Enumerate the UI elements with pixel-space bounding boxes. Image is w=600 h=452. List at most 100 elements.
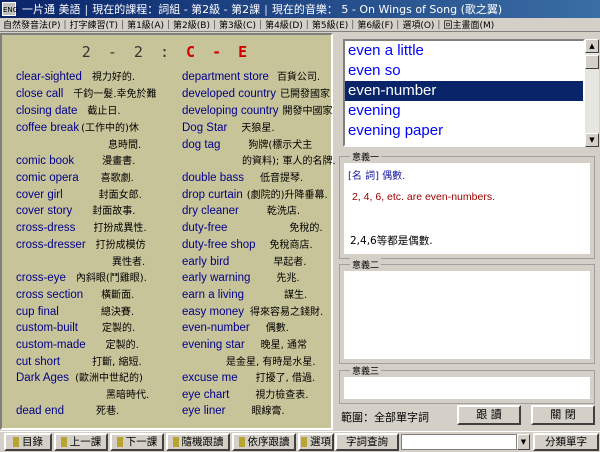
vocab-continuation: 的資料); 軍人的名牌. bbox=[242, 156, 336, 167]
vocab-entry[interactable]: cross-dress 打扮成異性. bbox=[16, 219, 147, 235]
vocab-entry[interactable]: Dark Ages (歐洲中世紀的) bbox=[16, 369, 143, 385]
vocab-entry[interactable]: earn a living 謀生. bbox=[182, 286, 307, 302]
app-title: 一片通 美語 bbox=[22, 3, 81, 16]
square-icon bbox=[60, 437, 67, 447]
vocab-entry[interactable]: early bird 早起者. bbox=[182, 253, 307, 269]
vocab-entry[interactable]: Dog Star 天狼星. bbox=[182, 119, 275, 135]
app-icon[interactable]: ENG bbox=[2, 2, 18, 16]
vocab-entry[interactable]: even-number 偶數. bbox=[182, 319, 289, 335]
vocab-entry[interactable]: cross section 橫斷面. bbox=[16, 286, 134, 302]
vocab-entry[interactable]: developing country 開發中國家 bbox=[182, 102, 333, 118]
follow-read-button[interactable]: 跟 讀 bbox=[457, 405, 521, 425]
meaning-two-content bbox=[344, 271, 590, 359]
scroll-up-icon[interactable]: ▲ bbox=[585, 39, 599, 53]
menu-level-2[interactable]: 第2級(B) bbox=[170, 18, 213, 31]
menu-home[interactable]: 回主畫面(M) bbox=[440, 18, 497, 31]
classify-words-button[interactable]: 分類單字 bbox=[533, 433, 599, 451]
contents-button[interactable]: 目錄 bbox=[4, 433, 52, 451]
vocab-entry[interactable]: easy money 得來容易之錢財. bbox=[182, 303, 323, 319]
meaning-one-content: [名 詞] 偶數. 2, 4, 6, etc. are even-numbers… bbox=[344, 163, 590, 254]
sequential-follow-button[interactable]: 依序跟讀 bbox=[232, 433, 296, 451]
lesson-range: C - E bbox=[186, 43, 252, 61]
part-of-speech: [名 詞] 偶數. bbox=[348, 171, 406, 182]
vocab-entry[interactable]: cut short 打斷, 縮短. bbox=[16, 353, 142, 369]
vocab-entry[interactable]: cross-eye 內斜眼(鬥雞眼). bbox=[16, 269, 147, 285]
word-list-item[interactable]: even so bbox=[345, 61, 583, 81]
prev-lesson-button[interactable]: 上一課 bbox=[54, 433, 108, 451]
vocab-entry[interactable]: closing date 截止日. bbox=[16, 102, 121, 118]
vocab-entry[interactable]: cup final 總決賽. bbox=[16, 303, 134, 319]
vocabulary-panel: 2 - 2 : C - E clear-sighted 視力好的. close c… bbox=[0, 33, 336, 430]
meaning-one-group: 意義一 [名 詞] 偶數. 2, 4, 6, etc. are even-num… bbox=[339, 150, 595, 259]
word-list-scrollbar[interactable]: ▲ ▼ bbox=[585, 39, 599, 147]
word-list-item[interactable]: evening bbox=[345, 101, 583, 121]
vocab-entry[interactable]: comic opera 喜歌劇. bbox=[16, 169, 134, 185]
options-button[interactable]: 選項 bbox=[298, 433, 334, 451]
word-query-input[interactable] bbox=[401, 434, 517, 450]
vocab-continuation: 息時間. bbox=[108, 140, 142, 151]
square-icon bbox=[301, 437, 307, 447]
vocab-entry[interactable]: cover girl 封面女郎. bbox=[16, 186, 142, 202]
menu-level-5[interactable]: 第5級(E) bbox=[309, 18, 351, 31]
vocab-entry[interactable]: eye chart 視力檢查表. bbox=[182, 386, 309, 402]
current-course: 現在的課程：詞組 - 第2級 - 第2課 bbox=[92, 3, 261, 16]
vocab-entry[interactable]: dead end 死巷. bbox=[16, 402, 119, 418]
close-button[interactable]: 關 閉 bbox=[531, 405, 595, 425]
vocab-entry[interactable]: coffee break (工作中的)休 bbox=[16, 119, 139, 135]
scroll-down-icon[interactable]: ▼ bbox=[585, 133, 599, 147]
lesson-title: 2 - 2 : C - E bbox=[2, 43, 331, 61]
menu-bar: 自然發音法(P) | 打字練習(T) | 第1級(A) | 第2級(B) | 第3級(C… bbox=[0, 18, 600, 32]
vocab-entry[interactable]: clear-sighted 視力好的. bbox=[16, 68, 135, 84]
vocab-entry[interactable]: developed country 已開發國家 bbox=[182, 85, 330, 101]
chevron-down-icon[interactable]: ▼ bbox=[517, 434, 530, 450]
square-icon bbox=[13, 437, 19, 447]
vocab-entry[interactable]: evening star 晚星, 通常 bbox=[182, 336, 307, 352]
detail-panel: even a little even so even-number evenin… bbox=[335, 33, 600, 430]
word-list-item[interactable]: evening paper bbox=[345, 121, 583, 141]
scroll-thumb[interactable] bbox=[585, 55, 599, 69]
menu-level-1[interactable]: 第1級(A) bbox=[124, 18, 167, 31]
vocab-entry[interactable]: custom-built 定製的. bbox=[16, 319, 135, 335]
meaning-two-label: 意義二 bbox=[350, 258, 382, 271]
vocab-entry[interactable]: eye liner 眼線膏. bbox=[182, 402, 285, 418]
word-listbox[interactable]: even a little even so even-number evenin… bbox=[343, 39, 585, 147]
vocab-entry[interactable]: cover story 封面故事. bbox=[16, 202, 135, 218]
vocab-entry[interactable]: drop curtain (劇院的)升降垂幕. bbox=[182, 186, 328, 202]
example-chinese: 2,4,6等都是偶數. bbox=[350, 235, 433, 247]
word-list-item-selected[interactable]: even-number bbox=[345, 81, 583, 101]
meaning-three-content bbox=[344, 377, 590, 399]
vocab-continuation: 黑暗時代. bbox=[106, 390, 150, 401]
random-follow-button[interactable]: 隨機跟讀 bbox=[166, 433, 230, 451]
vocab-entry[interactable]: duty-free shop 免稅商店. bbox=[182, 236, 313, 252]
vocab-entry[interactable]: cross-dresser 打扮成模仿 bbox=[16, 236, 146, 252]
vocab-entry[interactable]: dog tag 狗牌(標示犬主 bbox=[182, 136, 312, 152]
menu-phonics[interactable]: 自然發音法(P) bbox=[0, 18, 63, 31]
range-label: 範圍：全部單字詞 bbox=[341, 411, 429, 424]
example-english[interactable]: 2, 4, 6, etc. are even-numbers. bbox=[352, 191, 495, 203]
meaning-two-group: 意義二 bbox=[339, 258, 595, 364]
vocab-entry[interactable]: double bass 低音提琴. bbox=[182, 169, 303, 185]
menu-level-4[interactable]: 第4級(D) bbox=[262, 18, 306, 31]
square-icon bbox=[172, 437, 179, 447]
meaning-one-label: 意義一 bbox=[350, 150, 382, 163]
next-lesson-button[interactable]: 下一課 bbox=[110, 433, 164, 451]
vocab-entry[interactable]: department store 百貨公司. bbox=[182, 68, 320, 84]
vocab-entry[interactable]: duty-free 免稅的. bbox=[182, 219, 323, 235]
menu-options[interactable]: 選項(O) bbox=[399, 18, 437, 31]
vocab-entry[interactable]: dry cleaner 乾洗店. bbox=[182, 202, 300, 218]
menu-level-6[interactable]: 第6級(F) bbox=[354, 18, 396, 31]
menu-level-3[interactable]: 第3級(C) bbox=[216, 18, 259, 31]
vocab-entry[interactable]: excuse me 打擾了, 借過. bbox=[182, 369, 315, 385]
square-icon bbox=[116, 437, 123, 447]
word-query-label[interactable]: 字詞查詢 bbox=[335, 433, 399, 451]
vocab-entry[interactable]: close call 千鈞一髮.幸免於難 bbox=[16, 85, 157, 101]
vocab-continuation: 是金星, 有時是水星. bbox=[226, 357, 316, 368]
menu-typing[interactable]: 打字練習(T) bbox=[67, 18, 122, 31]
vocab-entry[interactable]: comic book 漫畫書. bbox=[16, 152, 135, 168]
title-bar: ENG 一片通 美語 | 現在的課程：詞組 - 第2級 - 第2課 | 現在的音… bbox=[0, 0, 600, 18]
vocab-entry[interactable]: custom-made 定製的. bbox=[16, 336, 139, 352]
word-list-item[interactable]: even a little bbox=[345, 41, 583, 61]
vocab-entry[interactable]: early warning 先兆. bbox=[182, 269, 300, 285]
bottom-toolbar: 目錄 上一課 下一課 隨機跟讀 依序跟讀 選項 字詞查詢 ▼ 分類單字 bbox=[0, 431, 600, 452]
meaning-three-group: 意義三 bbox=[339, 364, 595, 404]
